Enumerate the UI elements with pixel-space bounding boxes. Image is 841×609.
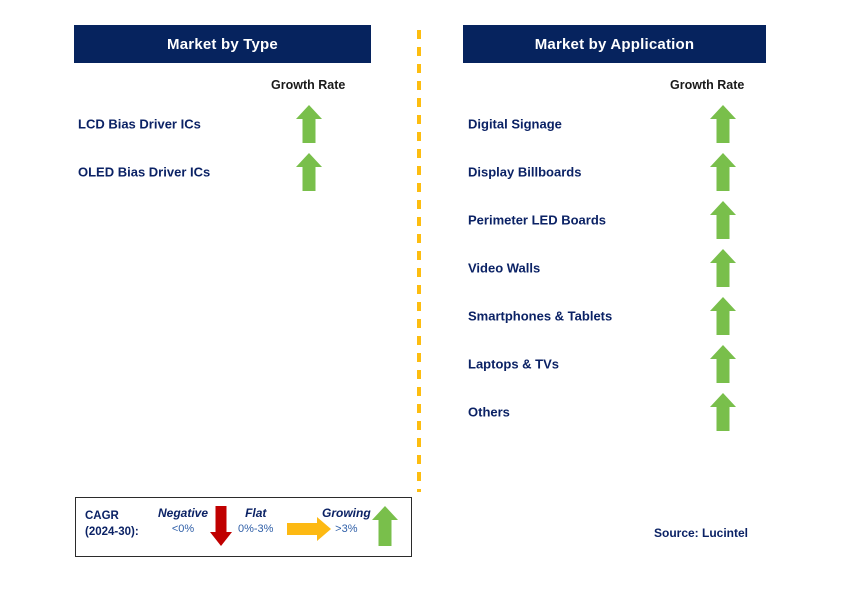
legend-cagr-label: CAGR (2024-30):: [85, 508, 139, 540]
arrow-up-icon: [710, 297, 736, 335]
legend-range-negative: <0%: [171, 523, 195, 535]
application-item-label: Laptops & TVs: [468, 356, 560, 372]
legend-range-flat: 0%-3%: [238, 523, 274, 535]
list-item: Digital Signage: [468, 102, 768, 146]
arrow-up-icon: [710, 105, 736, 143]
legend-term-flat: Flat: [245, 506, 267, 520]
list-item: Smartphones & Tablets: [468, 294, 768, 338]
market-by-application-title-bar: Market by Application: [463, 25, 766, 63]
application-item-label: Video Walls: [468, 260, 541, 276]
list-item: Perimeter LED Boards: [468, 198, 768, 242]
legend-cagr-line1: CAGR: [85, 510, 119, 522]
application-item-label: Smartphones & Tablets: [468, 308, 613, 324]
arrow-up-icon: [372, 506, 398, 546]
legend-item-growing: Growing >3%: [322, 506, 371, 535]
source-note: Source: Lucintel: [654, 526, 749, 540]
market-by-application-title: Market by Application: [534, 35, 695, 53]
arrow-up-icon: [710, 201, 736, 239]
arrow-down-icon: [210, 506, 232, 546]
legend-item-flat: Flat 0%-3%: [238, 506, 273, 535]
legend-term-growing: Growing: [322, 506, 371, 520]
legend-cagr-line2: (2024-30):: [85, 526, 139, 538]
infographic-canvas: Market by Type Growth Rate LCD Bias Driv…: [0, 0, 841, 609]
arrow-up-icon: [710, 393, 736, 431]
list-item: Video Walls: [468, 246, 768, 290]
application-item-label: Others: [468, 404, 510, 420]
legend-term-negative: Negative: [158, 506, 209, 520]
application-item-label: Perimeter LED Boards: [468, 212, 606, 228]
cagr-legend: CAGR (2024-30): Negative <0% Flat 0%-3% …: [75, 497, 412, 557]
list-item: Display Billboards: [468, 150, 768, 194]
list-item: Others: [468, 390, 768, 434]
legend-range-growing: >3%: [335, 523, 358, 535]
arrow-up-icon: [710, 249, 736, 287]
arrow-up-icon: [710, 345, 736, 383]
arrow-up-icon: [710, 153, 736, 191]
application-item-label: Digital Signage: [468, 116, 562, 132]
list-item: Laptops & TVs: [468, 342, 768, 386]
growth-rate-caption-application: Growth Rate: [670, 78, 745, 92]
legend-item-negative: Negative <0%: [158, 506, 208, 535]
application-item-label: Display Billboards: [468, 164, 582, 180]
